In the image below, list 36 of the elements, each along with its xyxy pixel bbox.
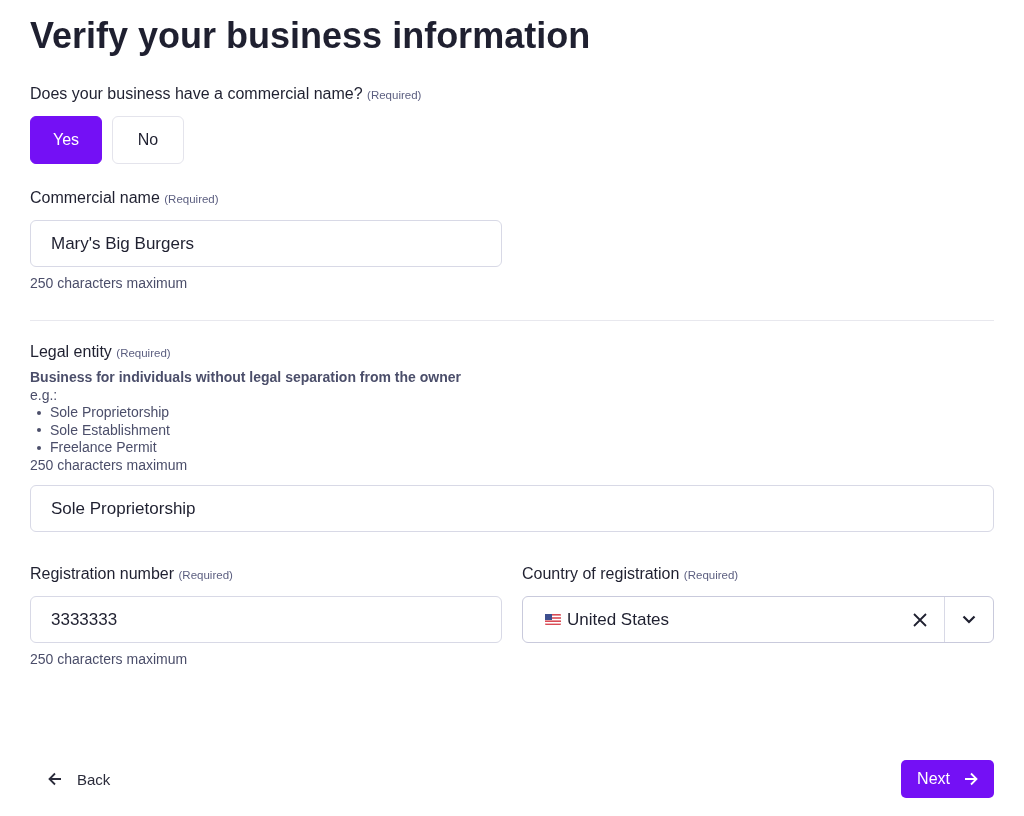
required-note: (Required): [116, 347, 171, 359]
clear-icon[interactable]: [912, 611, 928, 628]
back-button[interactable]: Back: [30, 762, 129, 796]
required-note: (Required): [367, 89, 422, 101]
bullet-icon: [37, 445, 41, 450]
required-note: (Required): [164, 193, 219, 205]
chevron-down-icon[interactable]: [962, 615, 976, 624]
legal-entity-input[interactable]: Sole Proprietorship: [30, 485, 994, 532]
commercial-name-input[interactable]: Mary's Big Burgers: [30, 220, 502, 267]
next-button[interactable]: Next: [901, 760, 994, 798]
arrow-right-icon: [964, 772, 978, 786]
flag-icon: [545, 614, 561, 625]
hint-text: 250 characters maximum: [30, 275, 189, 291]
question-label: Does your business have a commercial name?: [30, 85, 363, 102]
required-note: (Required): [683, 569, 739, 581]
hint-text: 250 characters maximum: [30, 456, 189, 474]
example-item: Freelance Permit: [50, 439, 157, 457]
hint-text: 250 characters maximum: [30, 651, 189, 667]
bullet-icon: [37, 410, 41, 415]
arrow-left-icon: [48, 772, 62, 786]
field-label: Commercial name: [30, 189, 160, 206]
field-label: Registration number: [30, 565, 175, 582]
page-title: Verify your business information: [30, 14, 591, 58]
bullet-icon: [37, 428, 41, 433]
choice-button[interactable]: Yes: [30, 116, 102, 164]
example-item: Sole Establishment: [50, 421, 170, 439]
field-label: Legal entity: [30, 343, 112, 360]
registration-number-input[interactable]: 3333333: [30, 596, 502, 643]
example-item: Sole Proprietorship: [50, 404, 170, 422]
select-value: United States: [567, 609, 671, 630]
required-note: (Required): [178, 569, 233, 581]
field-label: Country of registration: [522, 565, 680, 582]
example-label: e.g.:: [30, 386, 59, 404]
choice-button[interactable]: No: [112, 116, 184, 164]
description-text: Business for individuals without legal separation from the owner: [30, 369, 462, 387]
country-select[interactable]: United States: [522, 596, 994, 643]
